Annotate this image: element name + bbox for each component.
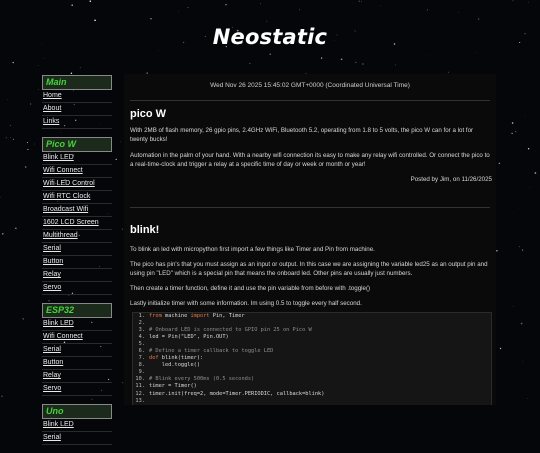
code-line: 12. timer.init(freq=2, mode=Timer.PERIODI… <box>133 391 491 398</box>
line-number: 2. <box>133 320 145 327</box>
nav-group: Pico WBlink LEDWifi ConnectWifi LED Cont… <box>42 137 112 295</box>
nav-group: UnoBlink LEDSerial <box>42 404 112 445</box>
current-datetime: Wed Nov 26 2025 15:45:02 GMT+0000 (Coord… <box>124 82 496 89</box>
line-number: 7. <box>133 355 145 362</box>
nav-link[interactable]: Wifi Connect <box>42 331 112 344</box>
code-line: 5. <box>133 341 491 348</box>
nav-link[interactable]: Links <box>42 116 112 129</box>
post-paragraph: The pico has pin's that you must assign … <box>130 260 492 278</box>
nav-link[interactable]: Blink LED <box>42 419 112 432</box>
code-token: blink(timer): <box>159 355 204 361</box>
code-block: 1. from machine import Pin, Timer 2.3. # On… <box>132 312 492 405</box>
post-paragraph: To blink an led with micropython first i… <box>130 245 492 254</box>
nav-link[interactable]: Servo <box>42 383 112 396</box>
divider <box>130 100 490 101</box>
line-number: 11. <box>133 383 145 390</box>
code-token: led = Pin("LED", Pin.OUT) <box>149 334 229 340</box>
nav-link[interactable]: Button <box>42 256 112 269</box>
post-paragraph: Automation in the palm of your hand. Wit… <box>130 151 492 169</box>
nav-group: ESP32Blink LEDWifi ConnectSerialButtonRe… <box>42 303 112 396</box>
line-number: 4. <box>133 334 145 341</box>
nav-link[interactable]: Wifi Connect <box>42 165 112 178</box>
post-pico-w: pico W With 2MB of flash memory, 26 gpio… <box>130 108 492 183</box>
code-token: # Define a timer callback to toggle LED <box>149 348 273 354</box>
code-token: timer = Timer() <box>149 383 197 389</box>
nav-link[interactable]: Serial <box>42 243 112 256</box>
code-line: 7. def blink(timer): <box>133 355 491 362</box>
line-number: 13. <box>133 398 145 405</box>
code-line: 13. <box>133 398 491 405</box>
code-line: 2. <box>133 320 491 327</box>
post-paragraph: With 2MB of flash memory, 26 gpio pins, … <box>130 126 492 144</box>
nav-link[interactable]: Serial <box>42 344 112 357</box>
code-line: 1. from machine import Pin, Timer <box>133 313 491 320</box>
post-paragraph: Lastly initialize timer with some inform… <box>130 299 492 308</box>
nav-link[interactable]: Blink LED <box>42 318 112 331</box>
nav-group-heading: Uno <box>42 404 112 419</box>
sidebar-nav: MainHomeAboutLinksPico WBlink LEDWifi Co… <box>42 75 112 453</box>
divider <box>130 207 490 208</box>
nav-group-heading: Main <box>42 75 112 90</box>
code-token: timer.init(freq=2, mode=Timer.PERIODIC, … <box>149 391 324 397</box>
nav-link[interactable]: Multithread <box>42 230 112 243</box>
nav-link[interactable]: Broadcast Wifi <box>42 204 112 217</box>
nav-link[interactable]: About <box>42 103 112 116</box>
line-number: 9. <box>133 369 145 376</box>
code-line: 4. led = Pin("LED", Pin.OUT) <box>133 334 491 341</box>
code-token: import <box>190 313 209 319</box>
code-line: 10. # Blink every 500ms (0.5 seconds) <box>133 376 491 383</box>
nav-group-heading: ESP32 <box>42 303 112 318</box>
code-token: machine <box>162 313 191 319</box>
line-number: 5. <box>133 341 145 348</box>
code-token: from <box>149 313 162 319</box>
post-title: blink! <box>130 224 492 236</box>
nav-link[interactable]: Serial <box>42 432 112 445</box>
line-number: 10. <box>133 376 145 383</box>
post-paragraph: Then create a timer function, define it … <box>130 284 492 293</box>
code-token: Pin, Timer <box>210 313 245 319</box>
nav-link[interactable]: Relay <box>42 269 112 282</box>
nav-link[interactable]: 1602 LCD Screen <box>42 217 112 230</box>
code-line: 9. <box>133 369 491 376</box>
code-line: 8. led.toggle() <box>133 362 491 369</box>
main-content: Wed Nov 26 2025 15:45:02 GMT+0000 (Coord… <box>124 74 496 405</box>
code-line: 6. # Define a timer callback to toggle LE… <box>133 348 491 355</box>
nav-link[interactable]: Blink LED <box>42 152 112 165</box>
nav-link[interactable]: Servo <box>42 282 112 295</box>
post-byline: Posted by Jim, on 11/26/2025 <box>130 176 492 183</box>
code-token: def <box>149 355 159 361</box>
nav-link[interactable]: Relay <box>42 370 112 383</box>
nav-link[interactable]: Wifi LED Control <box>42 178 112 191</box>
code-token: led.toggle() <box>149 362 200 368</box>
line-number: 3. <box>133 327 145 334</box>
nav-link[interactable]: Wifi RTC Clock <box>42 191 112 204</box>
nav-link[interactable]: Home <box>42 90 112 103</box>
code-line: 3. # Onboard LED is connected to GPIO pin… <box>133 327 491 334</box>
line-number: 12. <box>133 391 145 398</box>
code-line: 11. timer = Timer() <box>133 383 491 390</box>
line-number: 8. <box>133 362 145 369</box>
nav-group: MainHomeAboutLinks <box>42 75 112 129</box>
nav-link[interactable]: Button <box>42 357 112 370</box>
code-token: # Onboard LED is connected to GPIO pin 2… <box>149 327 312 333</box>
line-number: 1. <box>133 313 145 320</box>
nav-group-heading: Pico W <box>42 137 112 152</box>
site-title: Neostatic <box>0 25 540 49</box>
line-number: 6. <box>133 348 145 355</box>
post-blink: blink! To blink an led with micropython … <box>130 224 492 308</box>
code-token: # Blink every 500ms (0.5 seconds) <box>149 376 254 382</box>
post-title: pico W <box>130 108 492 120</box>
